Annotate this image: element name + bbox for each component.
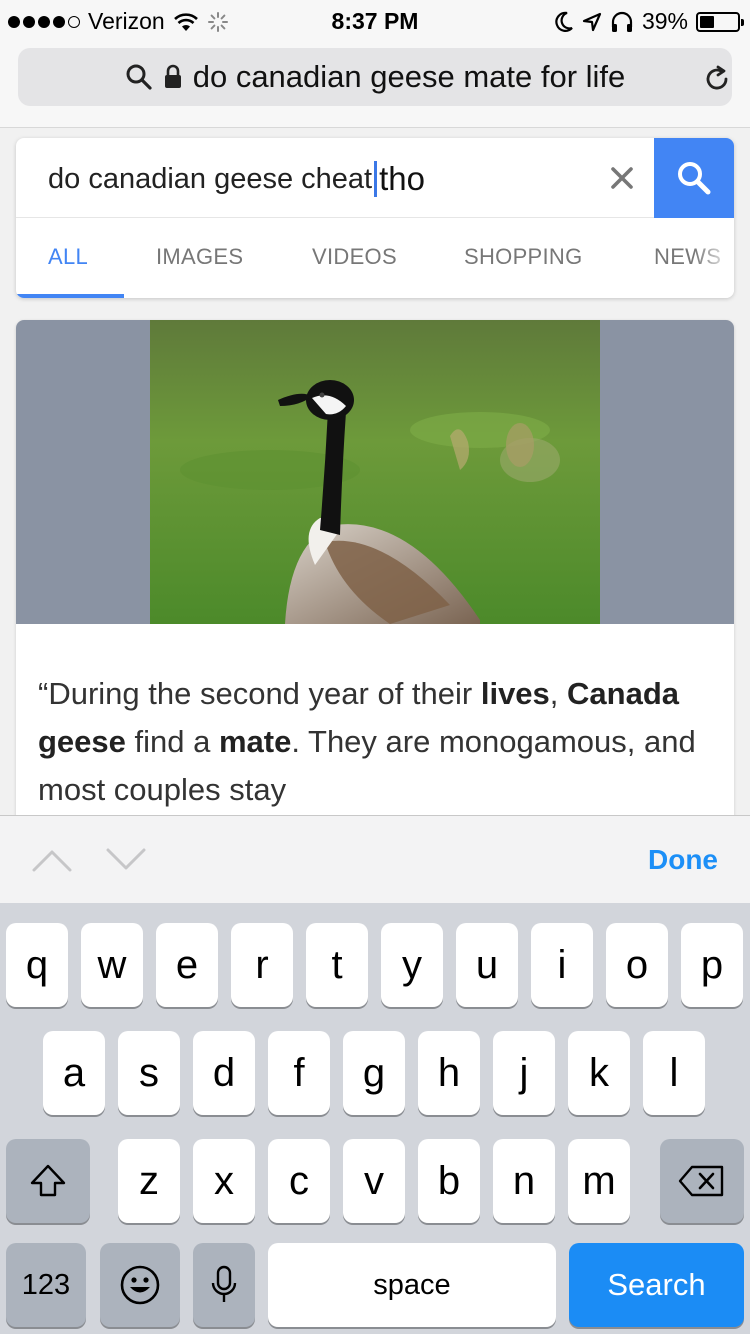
key-u[interactable]: u [456,923,518,1007]
key-j[interactable]: j [493,1031,555,1115]
key-e[interactable]: e [156,923,218,1007]
key-i[interactable]: i [531,923,593,1007]
key-h[interactable]: h [418,1031,480,1115]
key-c[interactable]: c [268,1139,330,1223]
numbers-key[interactable]: 123 [6,1243,86,1327]
key-s[interactable]: s [118,1031,180,1115]
backspace-icon [678,1165,724,1197]
snippet-bold-term: mate [218,724,292,759]
clear-icon[interactable] [604,160,640,196]
location-arrow-icon [582,12,602,31]
key-a[interactable]: a [43,1031,105,1115]
key-n[interactable]: n [493,1139,555,1223]
battery-percent: 39% [641,8,688,34]
status-bar: Verizon 8:37 PM 39% [0,0,750,40]
space-key[interactable]: space [268,1243,556,1327]
key-y[interactable]: y [381,923,443,1007]
shift-key[interactable] [6,1139,90,1223]
snippet-segment: , [549,676,568,711]
snippet-segment: find a [125,724,219,759]
emoji-key[interactable] [100,1243,180,1327]
search-input[interactable]: do canadian geese cheat tho [16,138,734,218]
lock-icon [164,64,181,88]
search-query[interactable]: do canadian geese cheat tho [48,160,425,198]
reload-icon[interactable] [702,64,732,94]
key-m[interactable]: m [568,1139,630,1223]
tabs-fade [694,218,734,298]
key-z[interactable]: z [118,1139,180,1223]
snippet-bold-term: lives [480,676,550,711]
tab-shopping[interactable]: SHOPPING [464,244,583,270]
key-k[interactable]: k [568,1031,630,1115]
goose-photo[interactable] [150,320,600,624]
key-b[interactable]: b [418,1139,480,1223]
battery-level [700,15,715,28]
key-t[interactable]: t [306,923,368,1007]
key-d[interactable]: d [193,1031,255,1115]
key-q[interactable]: q [6,923,68,1007]
snippet-text: “During the second year of their lives, … [38,670,718,814]
browser-toolbar: do canadian geese mate for life [0,40,750,128]
keyboard-accessory-bar: Done [0,815,750,903]
status-right: 39% [554,8,744,35]
key-v[interactable]: v [343,1139,405,1223]
page: Verizon 8:37 PM 39% do canadian geese ma… [0,0,750,1334]
keyboard: 123 space Search qwertyuiop asdfghjkl zxcv… [0,903,750,1334]
address-text: do canadian geese mate for life [192,59,626,94]
microphone-icon [211,1265,237,1302]
emoji-icon [120,1265,160,1305]
done-button[interactable]: Done [648,844,718,876]
search-card: do canadian geese cheat tho ALL IMAGES V… [16,138,734,298]
address-bar[interactable]: do canadian geese mate for life [18,48,732,106]
tab-videos[interactable]: VIDEOS [312,244,397,270]
key-r[interactable]: r [231,923,293,1007]
search-query-typed: do canadian geese cheat [48,162,373,195]
text-caret [374,161,378,197]
search-query-suggestion: tho [379,160,425,197]
key-g[interactable]: g [343,1031,405,1115]
key-w[interactable]: w [81,923,143,1007]
active-tab-indicator [16,294,124,298]
chevron-up-icon[interactable] [30,838,74,882]
headphones-icon [611,11,633,32]
snippet-segment: “During the second year of their [38,676,481,711]
goose-image [150,320,600,624]
key-x[interactable]: x [193,1139,255,1223]
search-button[interactable] [654,138,734,218]
delete-key[interactable] [660,1139,744,1223]
search-tabs: ALL IMAGES VIDEOS SHOPPING NEWS [16,218,734,298]
key-o[interactable]: o [606,923,668,1007]
search-icon [126,64,152,90]
shift-icon [30,1164,66,1197]
dictation-key[interactable] [193,1243,255,1327]
key-l[interactable]: l [643,1031,705,1115]
tab-all[interactable]: ALL [48,244,88,270]
moon-icon [555,11,573,32]
chevron-down-icon[interactable] [104,838,148,882]
search-key[interactable]: Search [569,1243,744,1327]
search-icon [678,162,711,195]
key-f[interactable]: f [268,1031,330,1115]
featured-snippet-card[interactable]: “During the second year of their lives, … [16,320,734,820]
tab-images[interactable]: IMAGES [156,244,243,270]
battery-icon [696,11,744,32]
key-p[interactable]: p [681,923,743,1007]
image-band [16,320,734,624]
